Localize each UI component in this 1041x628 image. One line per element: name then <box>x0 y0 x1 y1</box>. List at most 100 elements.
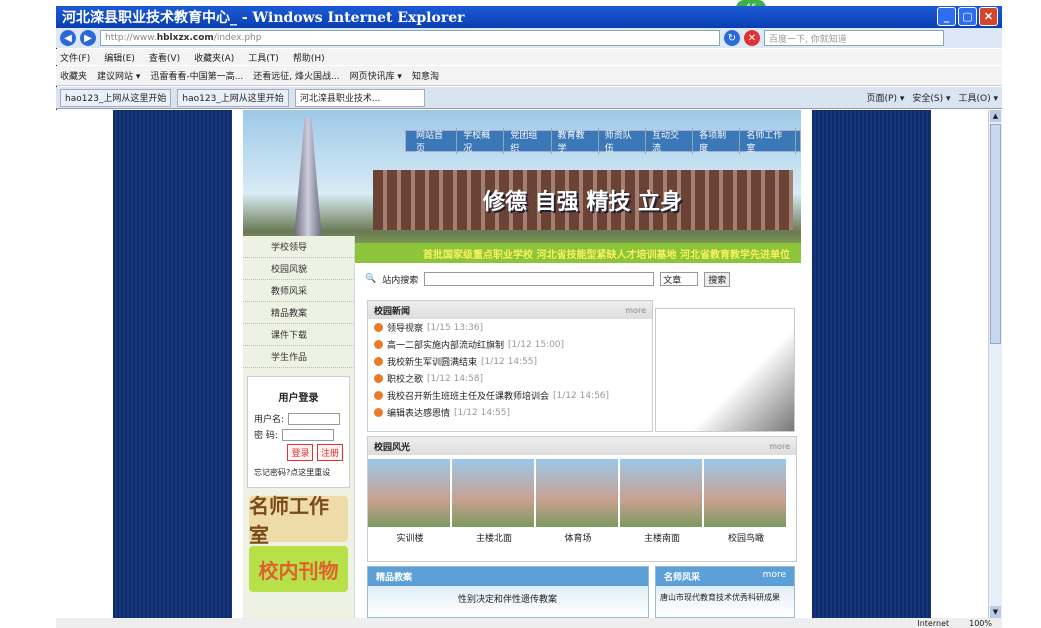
menu-edit[interactable]: 编辑(E) <box>104 51 135 64</box>
browser-tab[interactable]: hao123_上网从这里开始 <box>60 88 172 107</box>
sidebar-item[interactable]: 学生作品 <box>243 346 354 368</box>
nav-item[interactable]: 各项制度 <box>693 128 741 154</box>
site-search-input[interactable] <box>424 272 655 286</box>
nav-item[interactable]: 师资队伍 <box>599 128 646 154</box>
nav-item[interactable]: 党团组织 <box>504 128 552 154</box>
bullet-icon <box>374 357 383 366</box>
main-content: 🔍 站内搜索 文章 搜索 校园新闻 more 领导视察 [1/15 13:36] 高… <box>365 268 805 618</box>
marquee-text: 首批国家级重点职业学校 河北省技能型紧缺人才培训基地 河北省教育教学先进单位 <box>423 250 790 261</box>
search-label: 站内搜索 <box>382 275 419 286</box>
list-item[interactable]: 我校召开新生班班主任及任课教师培训会 [1/12 14:56] <box>368 387 652 404</box>
zoom-control[interactable]: 100% <box>969 619 992 628</box>
status-bar: Internet 100% <box>56 618 1002 628</box>
scroll-thumb[interactable] <box>990 124 1001 344</box>
forward-icon[interactable]: ▶ <box>80 30 96 46</box>
lesson-plans-box: 精品教案 性别决定和伴性遗传教案 <box>367 566 649 618</box>
nav-item[interactable]: 教育教学 <box>552 128 599 154</box>
scroll-up-icon[interactable]: ▲ <box>990 110 1001 122</box>
list-item[interactable]: 领导视察 [1/15 13:36] <box>368 319 652 336</box>
site-nav: 网站首页 学校概况 党团组织 教育教学 师资队伍 互动交流 各项制度 名师工作室 <box>405 128 801 154</box>
register-button[interactable]: 注册 <box>316 444 343 461</box>
address-bar: ◀ ▶ http://www. hblxzx.com/index.php ↻ ✕ … <box>56 28 1002 48</box>
menu-tools[interactable]: 工具(T) <box>248 51 279 64</box>
gallery-more-link[interactable]: more <box>769 442 790 451</box>
search-button[interactable]: 搜索 <box>704 271 731 287</box>
gallery-photo[interactable] <box>452 459 534 527</box>
stop-icon[interactable]: ✕ <box>744 30 760 46</box>
side-background <box>113 110 232 618</box>
page-menu[interactable]: 页面(P) ▾ <box>867 91 905 104</box>
bullet-icon <box>374 391 383 400</box>
fav-item[interactable]: 建议网站 ▾ <box>97 69 140 82</box>
menu-view[interactable]: 查看(V) <box>149 51 180 64</box>
news-title: 校园新闻 <box>374 306 411 317</box>
side-background <box>812 110 931 618</box>
title-bar: 河北滦县职业技术教育中心_ - Windows Internet Explore… <box>56 6 1002 28</box>
gallery-label: 实训楼 <box>396 534 424 544</box>
username-label: 用户名: <box>254 415 285 425</box>
close-button[interactable]: ✕ <box>979 7 998 26</box>
gallery-photo[interactable] <box>620 459 702 527</box>
teacher-showcase-box: 名师风采 more 唐山市现代教育技术优秀科研成果 <box>655 566 795 618</box>
maximize-button[interactable]: ▢ <box>958 7 977 26</box>
password-input[interactable] <box>281 428 334 441</box>
fav-item[interactable]: 知意淘 <box>412 69 439 82</box>
gallery-label: 主楼南面 <box>643 534 680 544</box>
minimize-button[interactable]: _ <box>937 7 956 26</box>
forgot-password-link[interactable]: 忘记密码?点这里重设 <box>254 467 343 478</box>
website: 网站首页 学校概况 党团组织 教育教学 师资队伍 互动交流 各项制度 名师工作室… <box>233 110 811 618</box>
bullet-icon <box>374 323 383 332</box>
news-more-link[interactable]: more <box>625 306 646 315</box>
safety-menu[interactable]: 安全(S) ▾ <box>912 91 950 104</box>
tools-menu[interactable]: 工具(O) ▾ <box>959 91 999 104</box>
nav-item[interactable]: 网站首页 <box>410 128 458 154</box>
window-title: 河北滦县职业技术教育中心_ - Windows Internet Explore… <box>62 10 465 26</box>
sidebar-item[interactable]: 课件下载 <box>243 324 354 346</box>
news-box: 校园新闻 more 领导视察 [1/15 13:36] 高一二部实施内部流动红旗制[… <box>367 300 653 432</box>
url-input[interactable]: http://www. hblxzx.com/index.php <box>100 30 720 46</box>
nav-item[interactable]: 互动交流 <box>646 128 694 154</box>
menu-favorites[interactable]: 收藏夹(A) <box>194 51 234 64</box>
bullet-icon <box>374 340 383 349</box>
username-input[interactable] <box>288 412 341 425</box>
search-input[interactable]: 百度一下, 你就知道 <box>764 30 944 46</box>
fav-item[interactable]: 网页快讯库 ▾ <box>350 69 402 82</box>
gallery-label: 体育场 <box>564 534 592 544</box>
pagoda-image <box>294 118 322 236</box>
gallery-title: 校园风光 <box>374 442 411 453</box>
gallery-photo[interactable] <box>704 459 786 527</box>
promo-banner[interactable]: 校内刊物 <box>249 546 348 592</box>
fav-item[interactable]: 收藏夹 <box>60 69 87 82</box>
sidebar-item[interactable]: 学校领导 <box>243 236 354 258</box>
login-button[interactable]: 登录 <box>287 444 314 461</box>
nav-item[interactable]: 名师工作室 <box>740 128 797 154</box>
vertical-scrollbar[interactable]: ▲ ▼ <box>988 110 1002 618</box>
browser-tab-active[interactable]: 河北滦县职业技术... <box>294 88 425 107</box>
browser-tab[interactable]: hao123_上网从这里开始 <box>177 88 289 107</box>
scroll-down-icon[interactable]: ▼ <box>990 606 1001 618</box>
lesson-plan-link[interactable]: 性别决定和伴性遗传教案 <box>368 586 648 605</box>
back-icon[interactable]: ◀ <box>60 30 76 46</box>
list-item[interactable]: 高一二部实施内部流动红旗制 [1/12 15:00] <box>368 336 652 353</box>
gallery-photo[interactable] <box>536 459 618 527</box>
menu-bar: 文件(F) 编辑(E) 查看(V) 收藏夹(A) 工具(T) 帮助(H) <box>56 49 1002 65</box>
search-type-select[interactable]: 文章 <box>660 272 699 286</box>
teacher-link[interactable]: 唐山市现代教育技术优秀科研成果 <box>656 586 794 603</box>
gallery-photo[interactable] <box>368 459 450 527</box>
nav-item[interactable]: 学校概况 <box>457 128 505 154</box>
fav-item[interactable]: 还看远征, 烽火国战... <box>253 69 339 82</box>
sidebar-item[interactable]: 教师风采 <box>243 280 354 302</box>
teacher-more-link[interactable]: more <box>763 570 786 580</box>
menu-help[interactable]: 帮助(H) <box>293 51 325 64</box>
sidebar-item[interactable]: 精品教案 <box>243 302 354 324</box>
zone-indicator: Internet <box>917 618 950 628</box>
menu-file[interactable]: 文件(F) <box>60 51 90 64</box>
list-item[interactable]: 我校新生军训圆满结束 [1/12 14:55] <box>368 353 652 370</box>
list-item[interactable]: 职校之歌 [1/12 14:58] <box>368 370 652 387</box>
refresh-icon[interactable]: ↻ <box>724 30 740 46</box>
promo-banner[interactable]: 名师工作室 <box>249 494 348 547</box>
bullet-icon <box>374 408 383 417</box>
sidebar-item[interactable]: 校园风貌 <box>243 258 354 280</box>
list-item[interactable]: 编辑表达感恩情 [1/12 14:55] <box>368 404 652 421</box>
fav-item[interactable]: 迅雷看看-中国第一高... <box>150 69 243 82</box>
